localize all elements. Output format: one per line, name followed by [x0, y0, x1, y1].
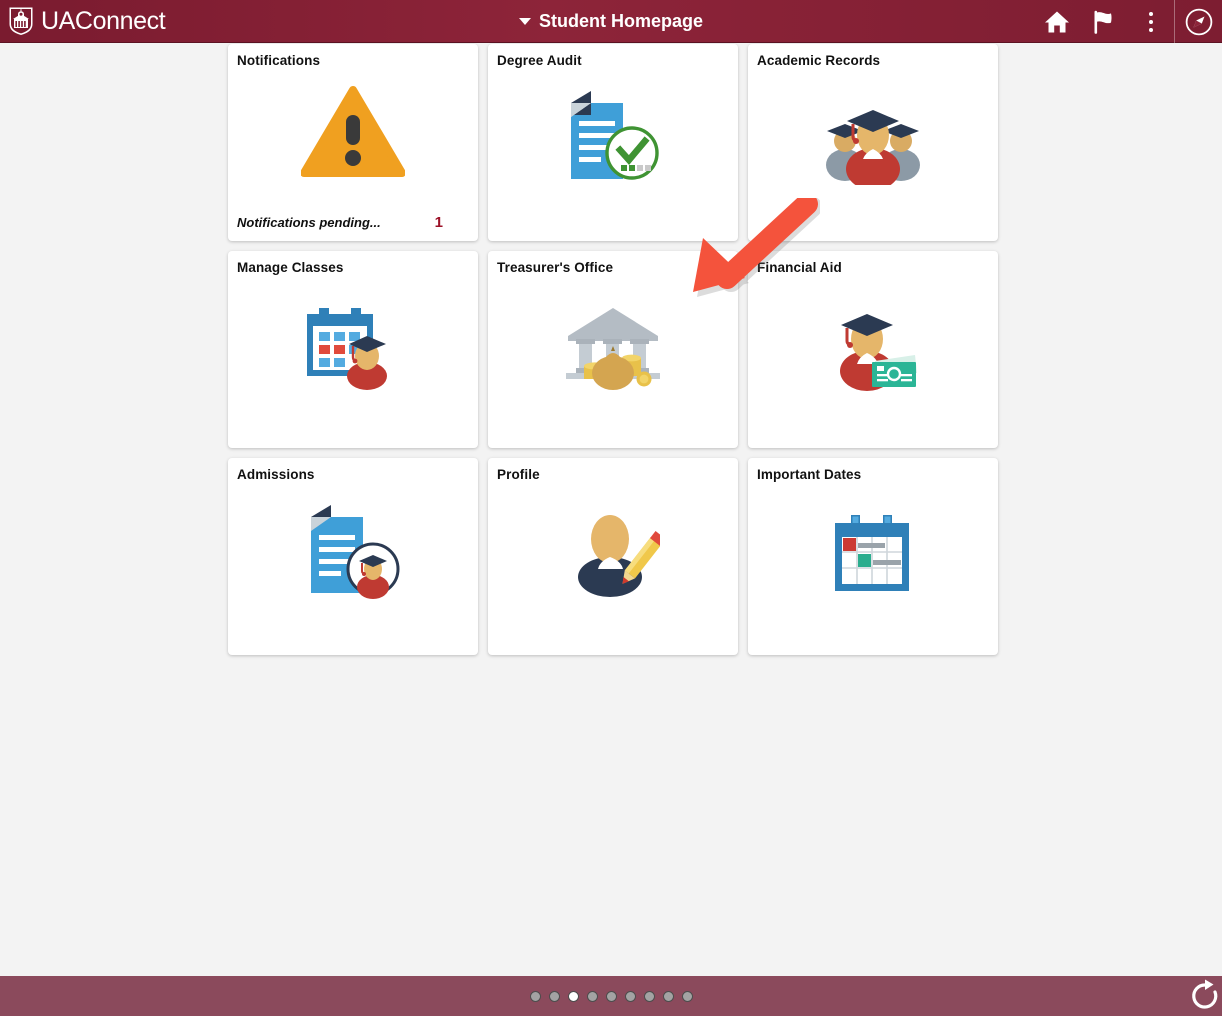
refresh-icon	[1192, 979, 1218, 1009]
tile-title: Important Dates	[757, 467, 862, 482]
bank-money-icon	[566, 308, 660, 390]
homepage-title: Student Homepage	[538, 11, 703, 31]
tile-art	[488, 488, 738, 618]
warning-triangle-icon	[301, 85, 405, 177]
tile-title: Degree Audit	[497, 53, 582, 68]
person-pencil-icon	[578, 515, 660, 597]
tile-art	[748, 74, 998, 204]
refresh-button[interactable]	[1188, 976, 1222, 1016]
tile-row: Manage Classes Treasurer's Office Financ…	[228, 251, 1008, 458]
tile-art	[748, 281, 998, 411]
tile-financial-aid[interactable]: Financial Aid	[748, 251, 998, 448]
compass-icon	[1185, 8, 1212, 35]
tile-treasurers-office[interactable]: Treasurer's Office	[488, 251, 738, 448]
calendar-graduate-icon	[307, 308, 387, 390]
page-dot[interactable]	[624, 990, 636, 1002]
tile-title: Academic Records	[757, 53, 881, 68]
page-dot[interactable]	[529, 990, 541, 1002]
page-dot[interactable]	[605, 990, 617, 1002]
document-graduate-icon	[311, 505, 400, 599]
tile-title: Treasurer's Office	[497, 260, 614, 275]
page-dot[interactable]	[586, 990, 598, 1002]
tile-academic-records[interactable]: Academic Records	[748, 44, 998, 241]
tile-art	[228, 68, 478, 193]
tile-profile[interactable]: Profile	[488, 458, 738, 655]
tile-art	[748, 488, 998, 618]
brand[interactable]: UAConnect	[0, 6, 166, 36]
flag-button[interactable]	[1080, 0, 1127, 43]
student-homepage: UAConnect Student Homepage Notifications…	[0, 0, 1222, 1016]
tile-degree-audit[interactable]: Degree Audit	[488, 44, 738, 241]
page-dot[interactable]	[548, 990, 560, 1002]
home-icon	[1044, 11, 1069, 32]
tile-art	[488, 74, 738, 204]
home-button[interactable]	[1033, 0, 1080, 43]
page-dot[interactable]	[662, 990, 674, 1002]
app-header: UAConnect Student Homepage	[0, 0, 1222, 43]
tile-grid: Notifications Notifications pending... 1…	[228, 44, 1008, 665]
bottom-bar	[0, 976, 1222, 1016]
tile-art	[228, 488, 478, 618]
page-dot[interactable]	[681, 990, 693, 1002]
tile-admissions[interactable]: Admissions	[228, 458, 478, 655]
tile-important-dates[interactable]: Important Dates	[748, 458, 998, 655]
graduates-group-icon	[826, 110, 920, 185]
tile-notifications[interactable]: Notifications Notifications pending... 1	[228, 44, 478, 241]
notifications-count-badge: 1	[434, 214, 443, 231]
flag-icon	[1094, 10, 1112, 34]
graduate-money-icon	[840, 314, 917, 391]
tile-title: Notifications	[237, 53, 321, 68]
tile-title: Profile	[497, 467, 540, 482]
page-dot-active[interactable]	[567, 990, 579, 1002]
page-dots	[529, 990, 693, 1002]
navbar-button[interactable]	[1175, 0, 1222, 43]
document-check-icon	[571, 91, 659, 180]
tile-manage-classes[interactable]: Manage Classes	[228, 251, 478, 448]
tile-title: Admissions	[237, 467, 315, 482]
tile-footer: Notifications pending... 1	[237, 214, 468, 231]
header-actions	[1033, 0, 1222, 43]
shield-building-logo	[9, 7, 33, 35]
tile-title: Financial Aid	[757, 260, 842, 275]
kebab-menu-icon	[1148, 11, 1153, 32]
kebab-menu-button[interactable]	[1127, 0, 1174, 43]
tile-title: Manage Classes	[237, 260, 344, 275]
homepage-selector[interactable]: Student Homepage	[518, 11, 703, 32]
chevron-down-icon	[518, 18, 531, 25]
tile-art	[228, 281, 478, 411]
tile-row: Admissions Profile Important Dates	[228, 458, 1008, 665]
page-dot[interactable]	[643, 990, 655, 1002]
calendar-events-icon	[835, 515, 909, 591]
tile-row: Notifications Notifications pending... 1…	[228, 44, 1008, 251]
brand-name: UAConnect	[41, 6, 166, 35]
notifications-pending-label: Notifications pending...	[237, 215, 381, 230]
tile-art	[488, 281, 738, 411]
